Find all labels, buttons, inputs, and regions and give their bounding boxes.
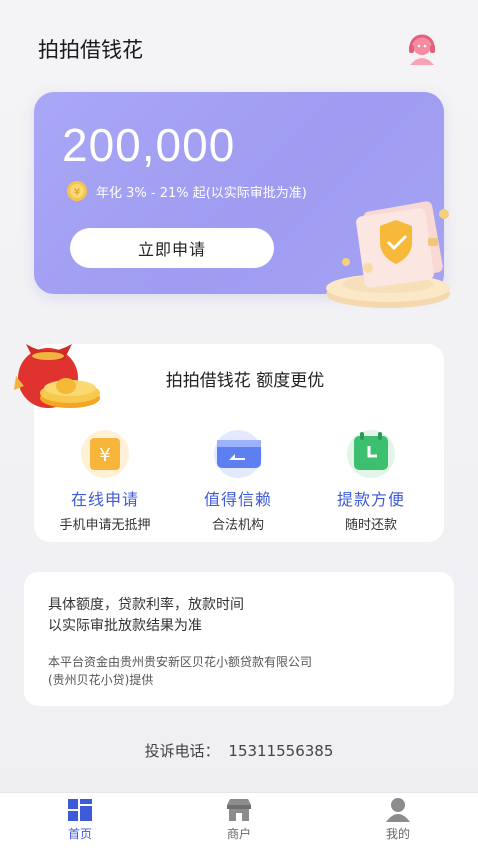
- complaint-phone[interactable]: 15311556385: [228, 742, 333, 760]
- disclaimer-line: 具体额度，贷款利率，放款时间: [48, 597, 244, 613]
- rate-text: 年化 3% - 21% 起(以实际审批为准): [96, 185, 307, 201]
- calendar-clock-icon: [340, 424, 402, 480]
- tab-label: 首页: [67, 827, 92, 841]
- tab-label: 商户: [226, 827, 251, 841]
- yuan-tag-icon: ¥: [74, 424, 136, 480]
- feature-online-apply[interactable]: ¥ 在线申请 手机申请无抵押: [38, 424, 172, 533]
- tab-label: 我的: [385, 827, 410, 841]
- lender-line: 本平台资金由贵州贵安新区贝花小额贷款有限公司: [48, 655, 313, 669]
- apply-now-button[interactable]: 立即申请: [70, 228, 274, 268]
- feature-desc: 手机申请无抵押: [59, 518, 151, 533]
- card-icon: [207, 424, 269, 480]
- complaint-hotline[interactable]: 投诉电话： 15311556385: [0, 740, 478, 761]
- feature-desc: 合法机构: [211, 518, 264, 533]
- feature-name: 提款方便: [336, 490, 405, 509]
- user-icon: [384, 797, 412, 823]
- feature-desc: 随时还款: [344, 518, 397, 533]
- feature-trustworthy[interactable]: 值得信赖 合法机构: [171, 424, 305, 533]
- shield-safe-illustration: [316, 198, 466, 312]
- feature-name: 值得信赖: [203, 490, 272, 509]
- money-bag-icon: [8, 326, 112, 418]
- app-header: 拍拍借钱花: [0, 0, 478, 96]
- home-icon: [66, 797, 94, 823]
- tab-home[interactable]: 首页: [40, 797, 120, 842]
- customer-service-icon[interactable]: [404, 32, 440, 66]
- tab-shop[interactable]: 商户: [199, 797, 279, 842]
- tab-profile[interactable]: 我的: [358, 797, 438, 842]
- shop-icon: [225, 797, 253, 823]
- feature-easy-withdraw[interactable]: 提款方便 随时还款: [304, 424, 438, 533]
- complaint-label: 投诉电话：: [144, 742, 220, 760]
- coin-icon: ¥: [67, 181, 87, 201]
- disclaimer-line: 以实际审批放款结果为准: [48, 618, 202, 634]
- app-title: 拍拍借钱花: [38, 38, 143, 62]
- loan-amount: 200,000: [62, 119, 236, 171]
- svg-text:¥: ¥: [74, 187, 80, 198]
- svg-text:¥: ¥: [99, 445, 110, 466]
- lender-line: (贵州贝花小贷)提供: [48, 673, 154, 687]
- feature-name: 在线申请: [70, 490, 139, 509]
- disclaimer-card: 具体额度，贷款利率，放款时间 以实际审批放款结果为准 本平台资金由贵州贵安新区贝…: [24, 572, 454, 706]
- rate-row: ¥ 年化 3% - 21% 起(以实际审批为准): [66, 180, 307, 202]
- bottom-tab-bar: 首页 商户 我的: [0, 792, 478, 851]
